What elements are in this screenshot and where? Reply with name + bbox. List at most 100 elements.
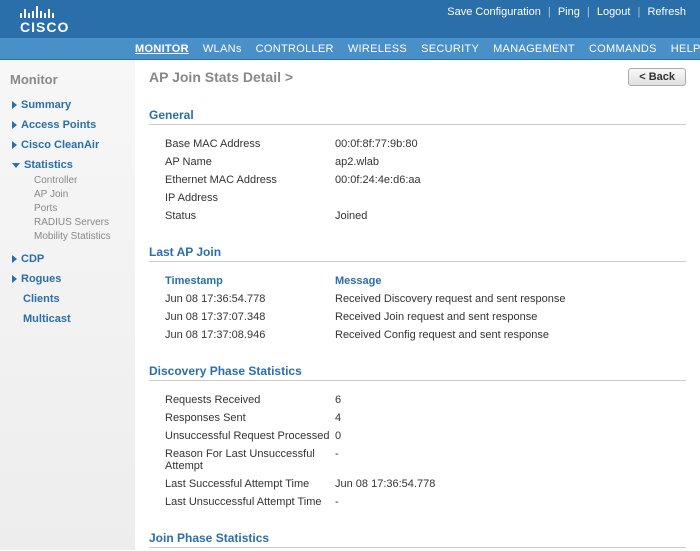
chevron-right-icon	[12, 275, 17, 283]
col-timestamp: Timestamp	[165, 275, 335, 287]
chevron-right-icon	[12, 255, 17, 263]
save-config-link[interactable]: Save Configuration	[447, 6, 541, 18]
sidebar-item-label: CDP	[21, 253, 44, 265]
table-row: AP Nameap2.wlab	[149, 153, 686, 171]
table-header-row: TimestampMessage	[149, 272, 686, 290]
sidebar-item-rogues[interactable]: Rogues	[0, 269, 135, 289]
top-header: CISCO Save Configuration | Ping | Logout…	[0, 0, 700, 38]
cell-message: Received Join request and sent response	[335, 311, 686, 323]
sidebar-sub-label: Mobility Statistics	[34, 231, 111, 242]
sidebar-sub-label: Controller	[34, 175, 77, 186]
label-ip: IP Address	[165, 192, 335, 204]
label-resp-sent: Responses Sent	[165, 412, 335, 424]
label-reason: Reason For Last Unsuccessful Attempt	[165, 448, 335, 472]
sidebar-sub-label: AP Join	[34, 189, 68, 200]
sidebar: Monitor Summary Access Points Cisco Clea…	[0, 60, 135, 550]
label-last-succ: Last Successful Attempt Time	[165, 478, 335, 490]
value-base-mac: 00:0f:8f:77:9b:80	[335, 138, 686, 150]
cell-message: Received Config request and sent respons…	[335, 329, 686, 341]
main: Monitor Summary Access Points Cisco Clea…	[0, 60, 700, 550]
chevron-right-icon	[12, 141, 17, 149]
sidebar-item-label: Clients	[12, 293, 60, 305]
label-base-mac: Base MAC Address	[165, 138, 335, 150]
cell-timestamp: Jun 08 17:36:54.778	[165, 293, 335, 305]
section-last-ap-join-head: Last AP Join	[149, 241, 686, 262]
sidebar-item-summary[interactable]: Summary	[0, 95, 135, 115]
sidebar-item-access-points[interactable]: Access Points	[0, 115, 135, 135]
table-row: Jun 08 17:36:54.778Received Discovery re…	[149, 290, 686, 308]
nav-wireless[interactable]: WIRELESS	[348, 43, 407, 55]
table-row: IP Address	[149, 189, 686, 207]
value-eth-mac: 00:0f:24:4e:d6:aa	[335, 174, 686, 186]
col-message: Message	[335, 275, 686, 287]
sidebar-item-multicast[interactable]: Multicast	[0, 309, 135, 329]
table-row: Ethernet MAC Address00:0f:24:4e:d6:aa	[149, 171, 686, 189]
back-button[interactable]: < Back	[628, 68, 686, 86]
table-row: StatusJoined	[149, 207, 686, 225]
nav-help[interactable]: HELP	[671, 43, 700, 55]
sidebar-item-cdp[interactable]: CDP	[0, 249, 135, 269]
value-ip	[335, 192, 686, 204]
sidebar-item-statistics[interactable]: Statistics Controller AP Join Ports RADI…	[0, 155, 135, 249]
section-join-head: Join Phase Statistics	[149, 527, 686, 548]
content: AP Join Stats Detail > < Back General Ba…	[135, 60, 700, 550]
nav-security[interactable]: SECURITY	[421, 43, 479, 55]
nav-controller[interactable]: CONTROLLER	[256, 43, 334, 55]
sidebar-item-label: Multicast	[12, 313, 71, 325]
label-last-unsucc: Last Unsuccessful Attempt Time	[165, 496, 335, 508]
table-row: Reason For Last Unsuccessful Attempt-	[149, 445, 686, 475]
sidebar-item-label: Rogues	[21, 273, 61, 285]
sidebar-item-clients[interactable]: Clients	[0, 289, 135, 309]
nav-wlans[interactable]: WLANs	[203, 43, 242, 55]
sidebar-sub-ports[interactable]: Ports	[34, 201, 129, 215]
sidebar-item-cisco-cleanair[interactable]: Cisco CleanAir	[0, 135, 135, 155]
sidebar-sub-radius-servers[interactable]: RADIUS Servers	[34, 215, 129, 229]
sidebar-title: Monitor	[0, 68, 135, 95]
value-reason: -	[335, 448, 686, 472]
nav-commands[interactable]: COMMANDS	[589, 43, 657, 55]
ping-link[interactable]: Ping	[558, 6, 580, 18]
cell-timestamp: Jun 08 17:37:07.348	[165, 311, 335, 323]
table-row: Base MAC Address00:0f:8f:77:9b:80	[149, 135, 686, 153]
value-unsucc-req: 0	[335, 430, 686, 442]
top-links: Save Configuration | Ping | Logout | Ref…	[445, 6, 688, 18]
refresh-link[interactable]: Refresh	[647, 6, 686, 18]
table-row: Last Unsuccessful Attempt Time-	[149, 493, 686, 511]
value-last-succ: Jun 08 17:36:54.778	[335, 478, 686, 490]
table-row: Jun 08 17:37:07.348Received Join request…	[149, 308, 686, 326]
nav-bar: MONITOR WLANs CONTROLLER WIRELESS SECURI…	[0, 38, 700, 60]
table-row: Last Successful Attempt TimeJun 08 17:36…	[149, 475, 686, 493]
sidebar-item-label: Summary	[21, 99, 71, 111]
label-ap-name: AP Name	[165, 156, 335, 168]
page-title: AP Join Stats Detail >	[149, 69, 293, 85]
general-table: Base MAC Address00:0f:8f:77:9b:80 AP Nam…	[149, 135, 686, 225]
sidebar-sub-label: RADIUS Servers	[34, 217, 109, 228]
sidebar-item-label: Access Points	[21, 119, 96, 131]
nav-monitor[interactable]: MONITOR	[135, 43, 189, 55]
table-row: Requests Received6	[149, 391, 686, 409]
cell-timestamp: Jun 08 17:37:08.946	[165, 329, 335, 341]
sidebar-item-label: Statistics	[24, 159, 73, 171]
sidebar-sub-mobility-statistics[interactable]: Mobility Statistics	[34, 229, 129, 243]
value-req-recv: 6	[335, 394, 686, 406]
label-unsucc-req: Unsuccessful Request Processed	[165, 430, 335, 442]
sidebar-item-label: Cisco CleanAir	[21, 139, 99, 151]
last-ap-join-table: TimestampMessage Jun 08 17:36:54.778Rece…	[149, 272, 686, 344]
label-eth-mac: Ethernet MAC Address	[165, 174, 335, 186]
label-req-recv: Requests Received	[165, 394, 335, 406]
chevron-right-icon	[12, 101, 17, 109]
chevron-right-icon	[12, 121, 17, 129]
cisco-bars-icon	[20, 4, 69, 18]
value-last-unsucc: -	[335, 496, 686, 508]
logout-link[interactable]: Logout	[597, 6, 631, 18]
nav-management[interactable]: MANAGEMENT	[493, 43, 575, 55]
cisco-wordmark: CISCO	[20, 19, 69, 35]
value-resp-sent: 4	[335, 412, 686, 424]
section-discovery-head: Discovery Phase Statistics	[149, 360, 686, 381]
cell-message: Received Discovery request and sent resp…	[335, 293, 686, 305]
sidebar-sub-ap-join[interactable]: AP Join	[34, 187, 129, 201]
sidebar-sub-controller[interactable]: Controller	[34, 173, 129, 187]
table-row: Jun 08 17:37:08.946Received Config reque…	[149, 326, 686, 344]
discovery-table: Requests Received6 Responses Sent4 Unsuc…	[149, 391, 686, 511]
value-status: Joined	[335, 210, 686, 222]
